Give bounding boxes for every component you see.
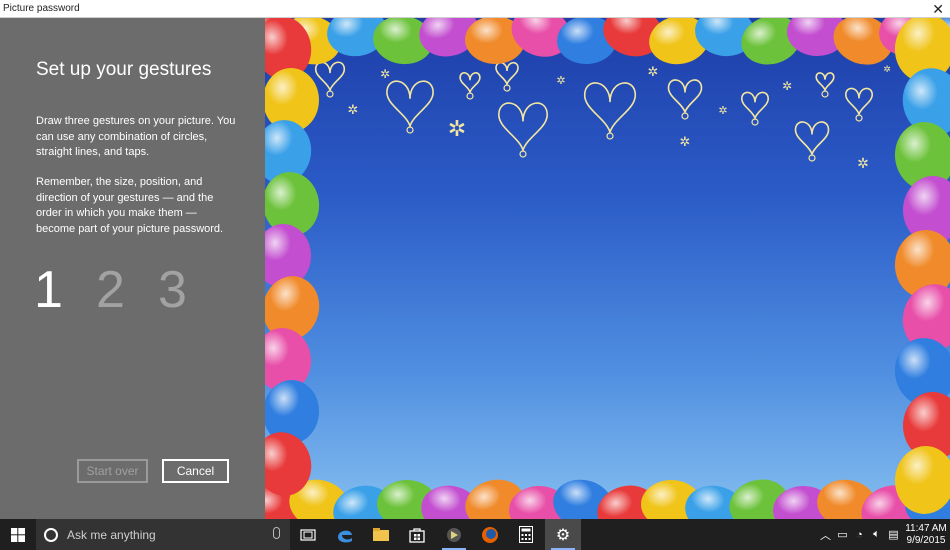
heart-icon — [459, 72, 481, 95]
heart-icon — [314, 61, 346, 93]
heart-icon — [495, 61, 519, 87]
page-title: Set up your gestures — [36, 59, 212, 80]
reminder-text: Remember, the size, position, and direct… — [36, 176, 224, 235]
star-icon: ✲ — [680, 135, 691, 150]
volume-icon[interactable]: 🔈︎ — [868, 528, 885, 541]
star-icon: ✲ — [782, 79, 792, 93]
star-icon: ✲ — [556, 74, 565, 87]
search-placeholder: Ask me anything — [67, 527, 156, 542]
gesture-step-1: 1 — [34, 261, 63, 319]
system-tray: ︿ ▭ ◔ 🔈︎ ▤ 11:47 AM 9/9/2015 — [817, 519, 950, 550]
star-icon: ✲ — [348, 103, 359, 118]
taskbar-clock[interactable]: 11:47 AM 9/9/2015 — [902, 523, 950, 547]
firefox-icon[interactable] — [472, 519, 508, 550]
store-icon[interactable] — [399, 519, 435, 550]
microphone-icon[interactable] — [273, 527, 280, 539]
hearts-decoration: ✲ ✲ ✲ ✲ ✲ ✲ ✲ ✲ ✲ ✲ — [314, 61, 891, 172]
calculator-icon[interactable] — [508, 519, 544, 550]
instructions-text: Draw three gestures on your picture. You… — [36, 115, 236, 158]
gesture-steps: 1 2 3 — [34, 260, 220, 320]
taskbar: Ask me anything ⚙ ︿ ▭ ◔ 🔈︎ ▤ 11:47 AM 9/… — [0, 519, 950, 550]
star-icon: ✲ — [648, 65, 659, 80]
star-icon: ✲ — [857, 156, 869, 172]
cortana-icon — [44, 527, 58, 542]
heart-icon — [740, 91, 770, 121]
window-title: Picture password — [3, 3, 80, 14]
chevron-up-icon[interactable]: ︿ — [817, 527, 834, 543]
balloon-heart-picture: ✲ ✲ ✲ ✲ ✲ ✲ ✲ ✲ ✲ ✲ — [265, 18, 950, 519]
star-icon: ✲ — [448, 117, 466, 142]
heart-icon — [386, 80, 434, 129]
star-icon: ✲ — [718, 104, 727, 117]
heart-icon — [794, 121, 830, 157]
balloon-frame — [265, 18, 950, 519]
heart-icon — [844, 87, 874, 117]
file-explorer-icon[interactable] — [363, 519, 399, 550]
close-icon[interactable]: ✕ — [932, 1, 944, 17]
edge-icon[interactable] — [327, 519, 363, 550]
clock-date: 9/9/2015 — [906, 534, 946, 546]
star-icon: ✲ — [380, 67, 390, 81]
battery-icon[interactable]: ▭ — [834, 528, 851, 541]
instructions-panel: Set up your gestures Draw three gestures… — [0, 18, 265, 519]
password-picture[interactable]: ✲ ✲ ✲ ✲ ✲ ✲ ✲ ✲ ✲ ✲ — [265, 18, 950, 519]
gesture-step-3: 3 — [158, 261, 187, 319]
window-titlebar: Picture password ✕ — [0, 0, 950, 18]
windows-start-icon[interactable] — [0, 519, 36, 550]
heart-icon — [583, 82, 637, 135]
heart-icon — [497, 102, 549, 153]
network-icon[interactable]: ◔ — [851, 529, 868, 541]
heart-icon — [815, 72, 835, 93]
task-view-icon[interactable] — [290, 519, 326, 550]
settings-icon[interactable]: ⚙ — [545, 519, 581, 550]
search-box[interactable]: Ask me anything — [36, 519, 290, 550]
star-icon: ✲ — [883, 65, 891, 75]
clock-time: 11:47 AM — [905, 522, 947, 534]
start-over-button[interactable]: Start over — [77, 459, 148, 483]
media-icon[interactable] — [436, 519, 472, 550]
gesture-step-2: 2 — [96, 261, 125, 319]
heart-icon — [667, 79, 703, 115]
notifications-icon[interactable]: ▤ — [885, 528, 902, 541]
cancel-button[interactable]: Cancel — [162, 459, 229, 483]
